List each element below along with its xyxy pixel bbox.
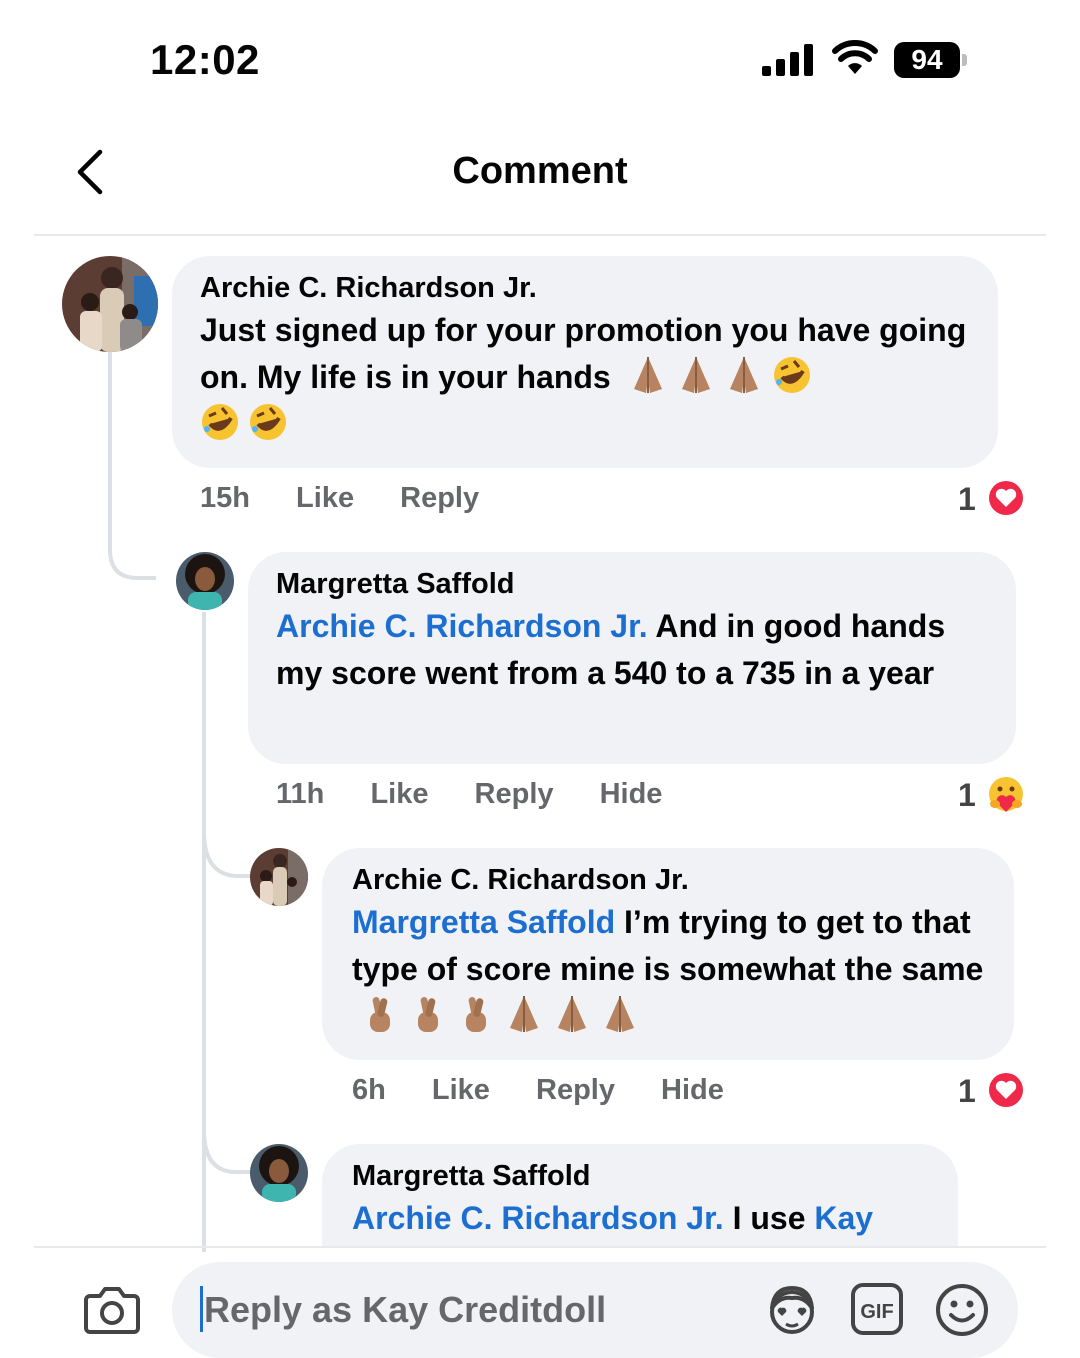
comment-author[interactable]: Margretta Saffold [352, 1160, 930, 1193]
reaction-summary[interactable]: 1 [958, 478, 1026, 518]
folded-hands-icon [633, 357, 662, 393]
avatar[interactable] [62, 256, 158, 352]
heart-icon [986, 479, 1025, 517]
like-button[interactable]: Like [432, 1074, 490, 1106]
text-cursor [200, 1286, 203, 1332]
reply-placeholder[interactable]: Reply as Kay Creditdoll [204, 1289, 606, 1331]
comment-bubble[interactable]: Margretta Saffold Archie C. Richardson J… [248, 552, 1016, 764]
comment-author[interactable]: Archie C. Richardson Jr. [200, 272, 970, 305]
comment-bubble[interactable]: Archie C. Richardson Jr. Margretta Saffo… [322, 848, 1014, 1060]
rofl-emoji-icon [250, 404, 286, 440]
comment-text: Archie C. Richardson Jr. I use Kay [352, 1200, 874, 1236]
folded-hands-icon [558, 996, 586, 1032]
crossed-fingers-icon [370, 997, 390, 1032]
comment-text: Just signed up for your promotion you ha… [200, 307, 970, 448]
like-button[interactable]: Like [296, 482, 354, 514]
rofl-emoji-icon [202, 404, 238, 440]
avatar[interactable] [250, 1144, 308, 1202]
crossed-fingers-icon [418, 997, 438, 1032]
composer-divider [34, 1246, 1046, 1248]
reply-button[interactable]: Reply [475, 778, 554, 810]
mention-link[interactable]: Archie C. Richardson Jr. [352, 1200, 724, 1236]
mention-link[interactable]: Margretta Saffold [352, 904, 615, 940]
comment-text: Archie C. Richardson Jr. And in good han… [276, 608, 946, 691]
status-time: 12:02 [150, 36, 260, 83]
wifi-icon [832, 40, 878, 74]
gif-icon[interactable]: GIF [850, 1282, 904, 1336]
comment-meta: 6h Like Reply Hide [352, 1074, 762, 1107]
heart-icon [986, 1071, 1025, 1109]
hide-button[interactable]: Hide [600, 778, 663, 810]
hide-button[interactable]: Hide [661, 1074, 724, 1106]
comment-clip: Margretta Saffold Archie C. Richardson J… [322, 1144, 958, 1246]
battery-level: 94 [894, 42, 960, 78]
folded-hands-icon [606, 996, 634, 1032]
cellular-signal-icon [762, 44, 813, 76]
rofl-emoji-icon [773, 357, 810, 393]
thread-connector [108, 350, 156, 580]
mention-link[interactable]: Kay [814, 1200, 873, 1236]
emoji-icon[interactable] [934, 1282, 990, 1338]
reaction-count: 1 [958, 1073, 976, 1109]
crossed-fingers-icon [466, 997, 486, 1032]
comment-bubble[interactable]: Archie C. Richardson Jr. Just signed up … [172, 256, 998, 468]
comment-author[interactable]: Margretta Saffold [276, 568, 988, 601]
reaction-count: 1 [958, 481, 976, 517]
avatar-sticker-icon[interactable] [764, 1282, 820, 1338]
comment-meta: 11h Like Reply Hide [276, 778, 700, 811]
comment-time: 15h [200, 482, 250, 514]
folded-hands-icon [510, 996, 538, 1032]
comment-time: 11h [276, 778, 325, 810]
folded-hands-icon [681, 357, 710, 393]
reply-button[interactable]: Reply [536, 1074, 615, 1106]
comment-author[interactable]: Archie C. Richardson Jr. [352, 864, 986, 897]
folded-hands-icon [729, 357, 758, 393]
reaction-summary[interactable]: 1 [958, 1070, 1026, 1110]
comment-time: 6h [352, 1074, 386, 1106]
page-title: Comment [452, 150, 628, 192]
reaction-count: 1 [958, 777, 976, 813]
avatar[interactable] [176, 552, 234, 610]
header-divider [34, 234, 1046, 236]
camera-icon[interactable] [84, 1284, 140, 1334]
like-button[interactable]: Like [370, 778, 428, 810]
avatar[interactable] [250, 848, 308, 906]
mention-link[interactable]: Archie C. Richardson Jr. [276, 608, 648, 644]
reaction-summary[interactable]: 1 [958, 774, 1026, 814]
reply-button[interactable]: Reply [400, 482, 479, 514]
comment-bubble[interactable]: Margretta Saffold Archie C. Richardson J… [322, 1144, 958, 1246]
battery-icon: 94 [894, 42, 970, 78]
comment-text: Margretta Saffold I’m trying to get to t… [352, 899, 986, 1040]
svg-text:GIF: GIF [860, 1301, 893, 1323]
comment-meta: 15h Like Reply [200, 482, 517, 515]
care-face-icon [988, 777, 1023, 812]
